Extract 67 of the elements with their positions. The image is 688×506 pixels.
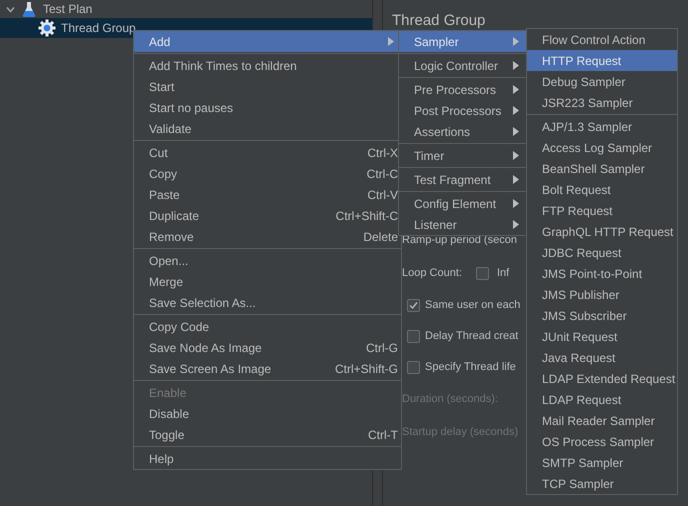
menu-item[interactable]: Toggle Ctrl-T [134,424,401,445]
menu-item[interactable]: Config Element [399,193,526,214]
menu-item[interactable]: Add Think Times to children [134,55,401,76]
menu-item[interactable]: Bolt Request [527,179,677,200]
menu-item[interactable]: Disable [134,403,401,424]
menu-item[interactable]: AJP/1.3 Sampler [527,116,677,137]
menu-item[interactable]: Timer [399,145,526,166]
menu-item[interactable]: Merge [134,271,401,292]
tree-item[interactable]: Test Plan [0,0,372,18]
menu-item[interactable]: Pre Processors [399,79,526,100]
menu-item[interactable]: Save Screen As Image Ctrl+Shift-G [134,358,401,379]
menu-item[interactable]: Java Request [527,347,677,368]
menu-item[interactable]: JMS Publisher [527,284,677,305]
menu-item[interactable]: LDAP Request [527,389,677,410]
menu-item[interactable]: Help [134,448,401,469]
menu-item[interactable]: Duplicate Ctrl+Shift-C [134,205,401,226]
menu-item[interactable]: JMS Point-to-Point [527,263,677,284]
menu-item[interactable]: Copy Code [134,316,401,337]
menu-item[interactable]: OS Process Sampler [527,431,677,452]
menu-item[interactable]: JUnit Request [527,326,677,347]
menu-item[interactable]: Open... [134,250,401,271]
menu-item[interactable]: Validate [134,118,401,139]
menu-item[interactable]: Sampler [399,31,526,52]
menu-item[interactable]: Mail Reader Sampler [527,410,677,431]
panel-title: Thread Group [392,11,486,30]
checkbox-label: Same user on each [425,298,520,314]
menu-item[interactable]: Flow Control Action [527,29,677,50]
menu-item[interactable]: Save Selection As... [134,292,401,313]
menu-item[interactable]: SMTP Sampler [527,452,677,473]
menu-item[interactable]: JDBC Request [527,242,677,263]
checkbox-label: Inf [496,266,510,282]
menu-item[interactable]: LDAP Extended Request [527,368,677,389]
checkbox[interactable] [476,267,489,280]
menu-item[interactable]: Post Processors [399,100,526,121]
menu-item[interactable]: Test Fragment [399,169,526,190]
flask-icon [23,1,35,17]
menu-item[interactable]: GraphQL HTTP Request [527,221,677,242]
menu-item[interactable]: JSR223 Sampler [527,92,677,113]
chevron-icon[interactable] [6,4,15,14]
menu-item[interactable]: FTP Request [527,200,677,221]
checkbox[interactable] [407,299,420,312]
menu-item[interactable]: Cut Ctrl-X [134,142,401,163]
menu-item[interactable]: HTTP Request [527,50,677,71]
checkbox-label: Delay Thread creat [425,329,518,344]
menu-item[interactable]: Logic Controller [399,55,526,76]
field-label: Ramp-up period (secon [402,233,517,248]
menu-item[interactable]: TCP Sampler [527,473,677,494]
field-label: Loop Count: [402,266,462,282]
menu-item[interactable]: Paste Ctrl-V [134,184,401,205]
menu-item[interactable]: Access Log Sampler [527,137,677,158]
menu-item[interactable]: Start [134,76,401,97]
menu-item[interactable]: BeanShell Sampler [527,158,677,179]
menu-item[interactable]: Remove Delete [134,226,401,247]
menu-item[interactable]: Assertions [399,121,526,142]
menu-item[interactable]: Debug Sampler [527,71,677,92]
checkbox-label: Specify Thread life [425,360,516,376]
gear-icon [38,19,56,37]
menu-item[interactable]: JMS Subscriber [527,305,677,326]
checkbox[interactable] [407,330,420,343]
tree-label: Thread Group [61,20,136,37]
tree-label: Test Plan [43,1,92,18]
menu-item[interactable]: Copy Ctrl-C [134,163,401,184]
menu-item[interactable]: Start no pauses [134,97,401,118]
menu-item[interactable]: Add [134,31,401,52]
menu-item[interactable]: Save Node As Image Ctrl-G [134,337,401,358]
checkbox[interactable] [407,361,420,374]
menu-item[interactable]: Listener [399,214,526,235]
